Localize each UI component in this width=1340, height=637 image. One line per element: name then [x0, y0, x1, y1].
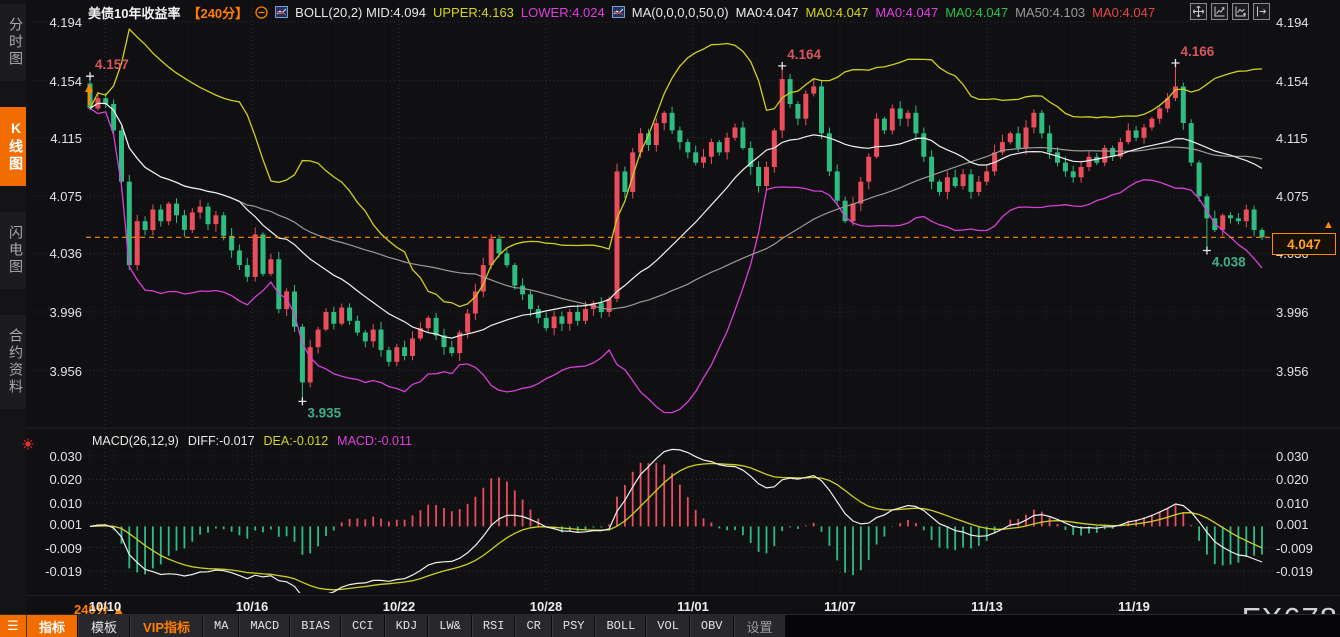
y-axis-main-left-2: 4.115: [32, 131, 82, 146]
chart-period-label[interactable]: 【240分】: [187, 3, 248, 22]
app-root: 分时图 K线图闪电图合约资料 4.157 3.935 4.164 4.166 4.038 …: [0, 0, 1340, 637]
sidebar-item-3[interactable]: 合约资料: [0, 315, 26, 409]
kline-chart-canvas[interactable]: 4.157 3.935 4.164 4.166 4.038: [26, 0, 1340, 637]
svg-text:4.038: 4.038: [1212, 255, 1246, 270]
y-axis-main-right-5: 3.996: [1276, 305, 1332, 320]
indicator-header: 美债10年收益率【240分】 BOLL(20,2) MID:4.094 UPPER:…: [88, 3, 1155, 21]
svg-text:3.935: 3.935: [307, 405, 341, 420]
exit-panel-icon[interactable]: [1253, 3, 1270, 20]
y-axis-macd-right-2: 0.010: [1276, 496, 1332, 511]
ma-value-1: MA0:4.047: [805, 5, 868, 20]
x-axis-date-3: 10/28: [514, 599, 578, 614]
y-axis-macd-left-3: 0.001: [32, 517, 82, 532]
y-axis-main-left-5: 3.996: [32, 305, 82, 320]
ma-value-4: MA50:4.103: [1015, 5, 1085, 20]
svg-text:4.157: 4.157: [95, 57, 129, 72]
toolbar-tab-VOL[interactable]: VOL: [646, 615, 690, 637]
macd-diff-value: DIFF:-0.017: [188, 434, 255, 448]
x-axis-date-5: 11/07: [808, 599, 872, 614]
toolbar-tab-CCI[interactable]: CCI: [341, 615, 385, 637]
sidebar-item-1[interactable]: K线图: [0, 107, 26, 186]
x-axis-date-1: 10/16: [220, 599, 284, 614]
price-up-arrow-icon: ▲: [1323, 219, 1334, 231]
crosshair-icon[interactable]: [1190, 3, 1207, 20]
y-axis-macd-left-2: 0.010: [32, 496, 82, 511]
y-axis-main-right-2: 4.115: [1276, 131, 1332, 146]
y-axis-main-left-4: 4.036: [32, 246, 82, 261]
toolbar-tab-指标[interactable]: 指标: [26, 615, 78, 637]
ma-value-2: MA0:4.047: [875, 5, 938, 20]
y-axis-main-right-0: 4.194: [1276, 15, 1332, 30]
macd-params: MACD(26,12,9): [92, 434, 179, 448]
collapse-indicator-icon[interactable]: [255, 6, 268, 19]
toolbar-tab-MACD[interactable]: MACD: [239, 615, 290, 637]
boll-indicator-icon[interactable]: [275, 6, 288, 18]
bottom-toolbar: ☰指标模板VIP指标MAMACDBIASCCIKDJLW&RSICRPSYBOL…: [0, 614, 1340, 637]
macd-header: MACD(26,12,9) DIFF:-0.017 DEA:-0.012 MACD:-…: [92, 434, 412, 448]
y-axis-macd-left-5: -0.019: [32, 564, 82, 579]
svg-text:4.164: 4.164: [787, 47, 821, 62]
y-axis-macd-right-0: 0.030: [1276, 449, 1332, 464]
toolbar-tab-LW&[interactable]: LW&: [428, 615, 472, 637]
svg-text:4.166: 4.166: [1181, 44, 1215, 59]
toolbar-tab-BOLL[interactable]: BOLL: [595, 615, 646, 637]
chart-zoom-icon[interactable]: [1211, 3, 1228, 20]
y-axis-main-left-0: 4.194: [32, 15, 82, 30]
toolbar-tab-MA[interactable]: MA: [203, 615, 239, 637]
boll-upper-value: UPPER:4.163: [433, 5, 514, 20]
toolbar-tab-设置[interactable]: 设置: [734, 615, 786, 637]
y-axis-main-left-3: 4.075: [32, 189, 82, 204]
toolbar-tab-OBV[interactable]: OBV: [690, 615, 734, 637]
chart-title: 美债10年收益率: [88, 3, 180, 22]
toolbar-tab-BIAS[interactable]: BIAS: [290, 615, 341, 637]
x-axis-date-0: 10/10: [73, 599, 137, 614]
y-axis-macd-right-1: 0.020: [1276, 472, 1332, 487]
x-axis-date-4: 11/01: [661, 599, 725, 614]
toolbar-tab-PSY[interactable]: PSY: [552, 615, 596, 637]
window-controls: [1190, 3, 1270, 20]
x-axis: 240分 ▲10/1010/1610/2210/2811/0111/0711/1…: [26, 595, 1340, 616]
chart-pan-icon[interactable]: [1232, 3, 1249, 20]
y-axis-main-right-1: 4.154: [1276, 74, 1332, 89]
y-axis-macd-left-0: 0.030: [32, 449, 82, 464]
x-axis-date-2: 10/22: [367, 599, 431, 614]
macd-macd-value: MACD:-0.011: [337, 434, 412, 448]
boll-values: BOLL(20,2) MID:4.094: [295, 5, 426, 20]
sidebar-item-2[interactable]: 闪电图: [0, 212, 26, 289]
ma-value-0: MA0:4.047: [736, 5, 799, 20]
y-axis-macd-right-5: -0.019: [1276, 564, 1332, 579]
x-axis-date-6: 11/13: [955, 599, 1019, 614]
toolbar-tab-VIP指标[interactable]: VIP指标: [130, 615, 203, 637]
y-axis-main-left-6: 3.956: [32, 364, 82, 379]
current-price-tag: 4.047: [1272, 233, 1336, 255]
chart-region: 4.157 3.935 4.164 4.166 4.038 美债10年收益率【240分】…: [26, 0, 1340, 637]
ma-value-3: MA0:4.047: [945, 5, 1008, 20]
y-axis-macd-left-4: -0.009: [32, 541, 82, 556]
toolbar-tab-RSI[interactable]: RSI: [472, 615, 516, 637]
sidebar-item-0[interactable]: 分时图: [0, 4, 26, 81]
ma-indicator-icon[interactable]: [612, 6, 625, 18]
hot-indicator-icon[interactable]: [22, 437, 34, 455]
y-axis-main-right-3: 4.075: [1276, 189, 1332, 204]
ma-label: MA(0,0,0,0,50,0): [632, 5, 729, 20]
ma-value-5: MA0:4.047: [1092, 5, 1155, 20]
y-axis-macd-right-4: -0.009: [1276, 541, 1332, 556]
y-axis-macd-left-1: 0.020: [32, 472, 82, 487]
toolbar-tab-CR[interactable]: CR: [515, 615, 551, 637]
boll-lower-value: LOWER:4.024: [521, 5, 605, 20]
current-price-value: 4.047: [1287, 237, 1321, 252]
toolbar-tab-模板[interactable]: 模板: [78, 615, 130, 637]
y-axis-main-left-1: 4.154: [32, 74, 82, 89]
y-axis-macd-right-3: 0.001: [1276, 517, 1332, 532]
sidebar: 分时图 K线图闪电图合约资料: [0, 0, 27, 615]
hamburger-menu-icon[interactable]: ☰: [0, 615, 26, 637]
x-axis-date-7: 11/19: [1102, 599, 1166, 614]
toolbar-tab-KDJ[interactable]: KDJ: [385, 615, 429, 637]
macd-dea-value: DEA:-0.012: [264, 434, 329, 448]
y-axis-main-right-6: 3.956: [1276, 364, 1332, 379]
